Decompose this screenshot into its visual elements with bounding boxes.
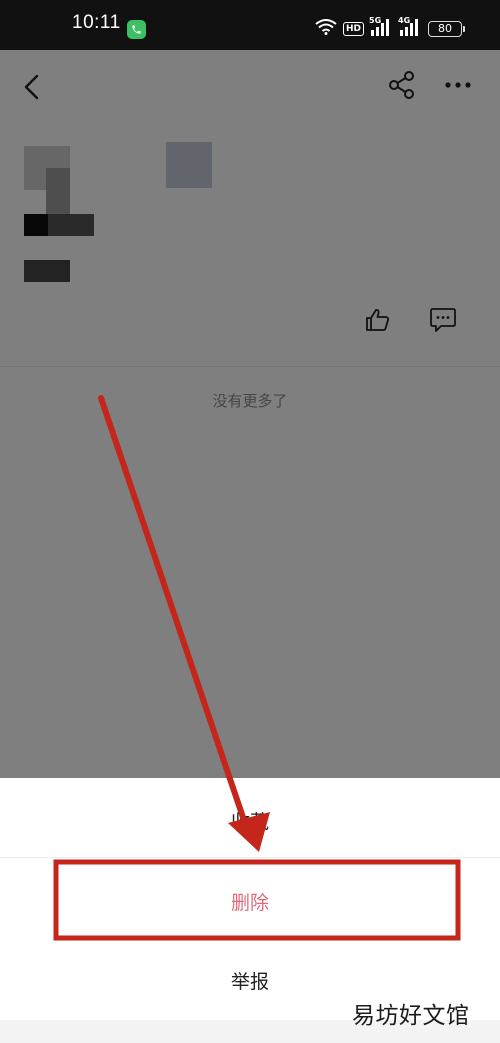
status-time: 10:11: [72, 12, 121, 33]
watermark-text: 易坊好文馆: [352, 1003, 470, 1029]
signal-4g-icon: 4G: [398, 16, 418, 42]
signal-5g-icon: 5G: [369, 16, 389, 42]
status-bar: 10:11 HD 5G 4G 80: [0, 0, 500, 50]
favorite-option[interactable]: 收藏: [0, 788, 500, 852]
wifi-icon: [315, 19, 337, 35]
sheet-divider: [0, 857, 500, 858]
battery-icon: 80: [428, 21, 465, 37]
call-icon: [127, 20, 146, 39]
hd-badge: HD: [343, 22, 365, 36]
modal-backdrop[interactable]: [0, 50, 500, 778]
delete-option[interactable]: 删除: [0, 869, 500, 933]
